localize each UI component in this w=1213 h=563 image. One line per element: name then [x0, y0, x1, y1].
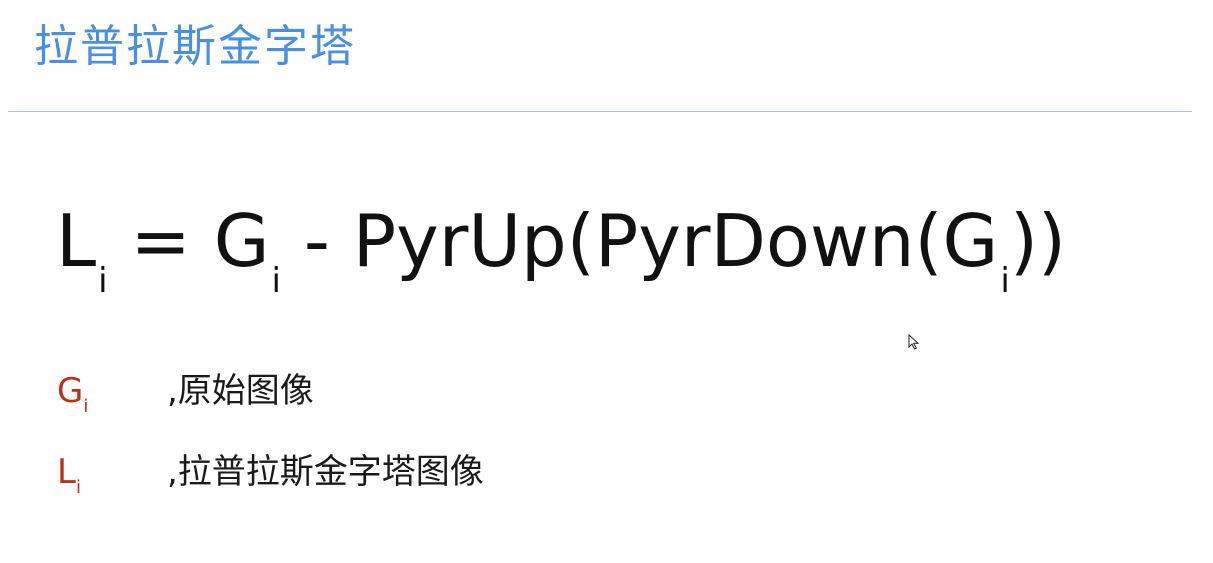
legend-symbol-letter: L [57, 452, 76, 492]
title-divider [8, 111, 1192, 112]
legend-item-laplacian: Li ,拉普拉斯金字塔图像 [57, 450, 484, 500]
formula-l-symbol: L [56, 199, 97, 283]
legend-description: ,拉普拉斯金字塔图像 [167, 452, 484, 492]
legend-symbol-subscript: i [75, 477, 81, 498]
formula-g-symbol: G [213, 199, 270, 283]
legend-symbol-subscript: i [83, 396, 89, 417]
legend-symbol-l: Li [57, 450, 167, 500]
legend-symbol-g: Gi [57, 369, 167, 419]
laplacian-formula: Li = Gi - PyrUp(PyrDown(Gi)) [56, 196, 1066, 301]
formula-function: PyrUp(PyrDown(G [352, 199, 999, 283]
formula-inner-subscript: i [1000, 261, 1010, 301]
formula-minus: - [303, 199, 330, 283]
legend-description: ,原始图像 [167, 371, 314, 411]
slide-title: 拉普拉斯金字塔 [34, 21, 356, 72]
formula-closing-parens: )) [1009, 199, 1066, 283]
legend-item-original: Gi ,原始图像 [57, 369, 314, 419]
formula-equals: = [130, 199, 191, 283]
legend-symbol-letter: G [57, 371, 84, 411]
formula-l-subscript: i [98, 261, 108, 301]
formula-g-subscript: i [271, 261, 281, 301]
mouse-pointer-icon [908, 334, 920, 350]
